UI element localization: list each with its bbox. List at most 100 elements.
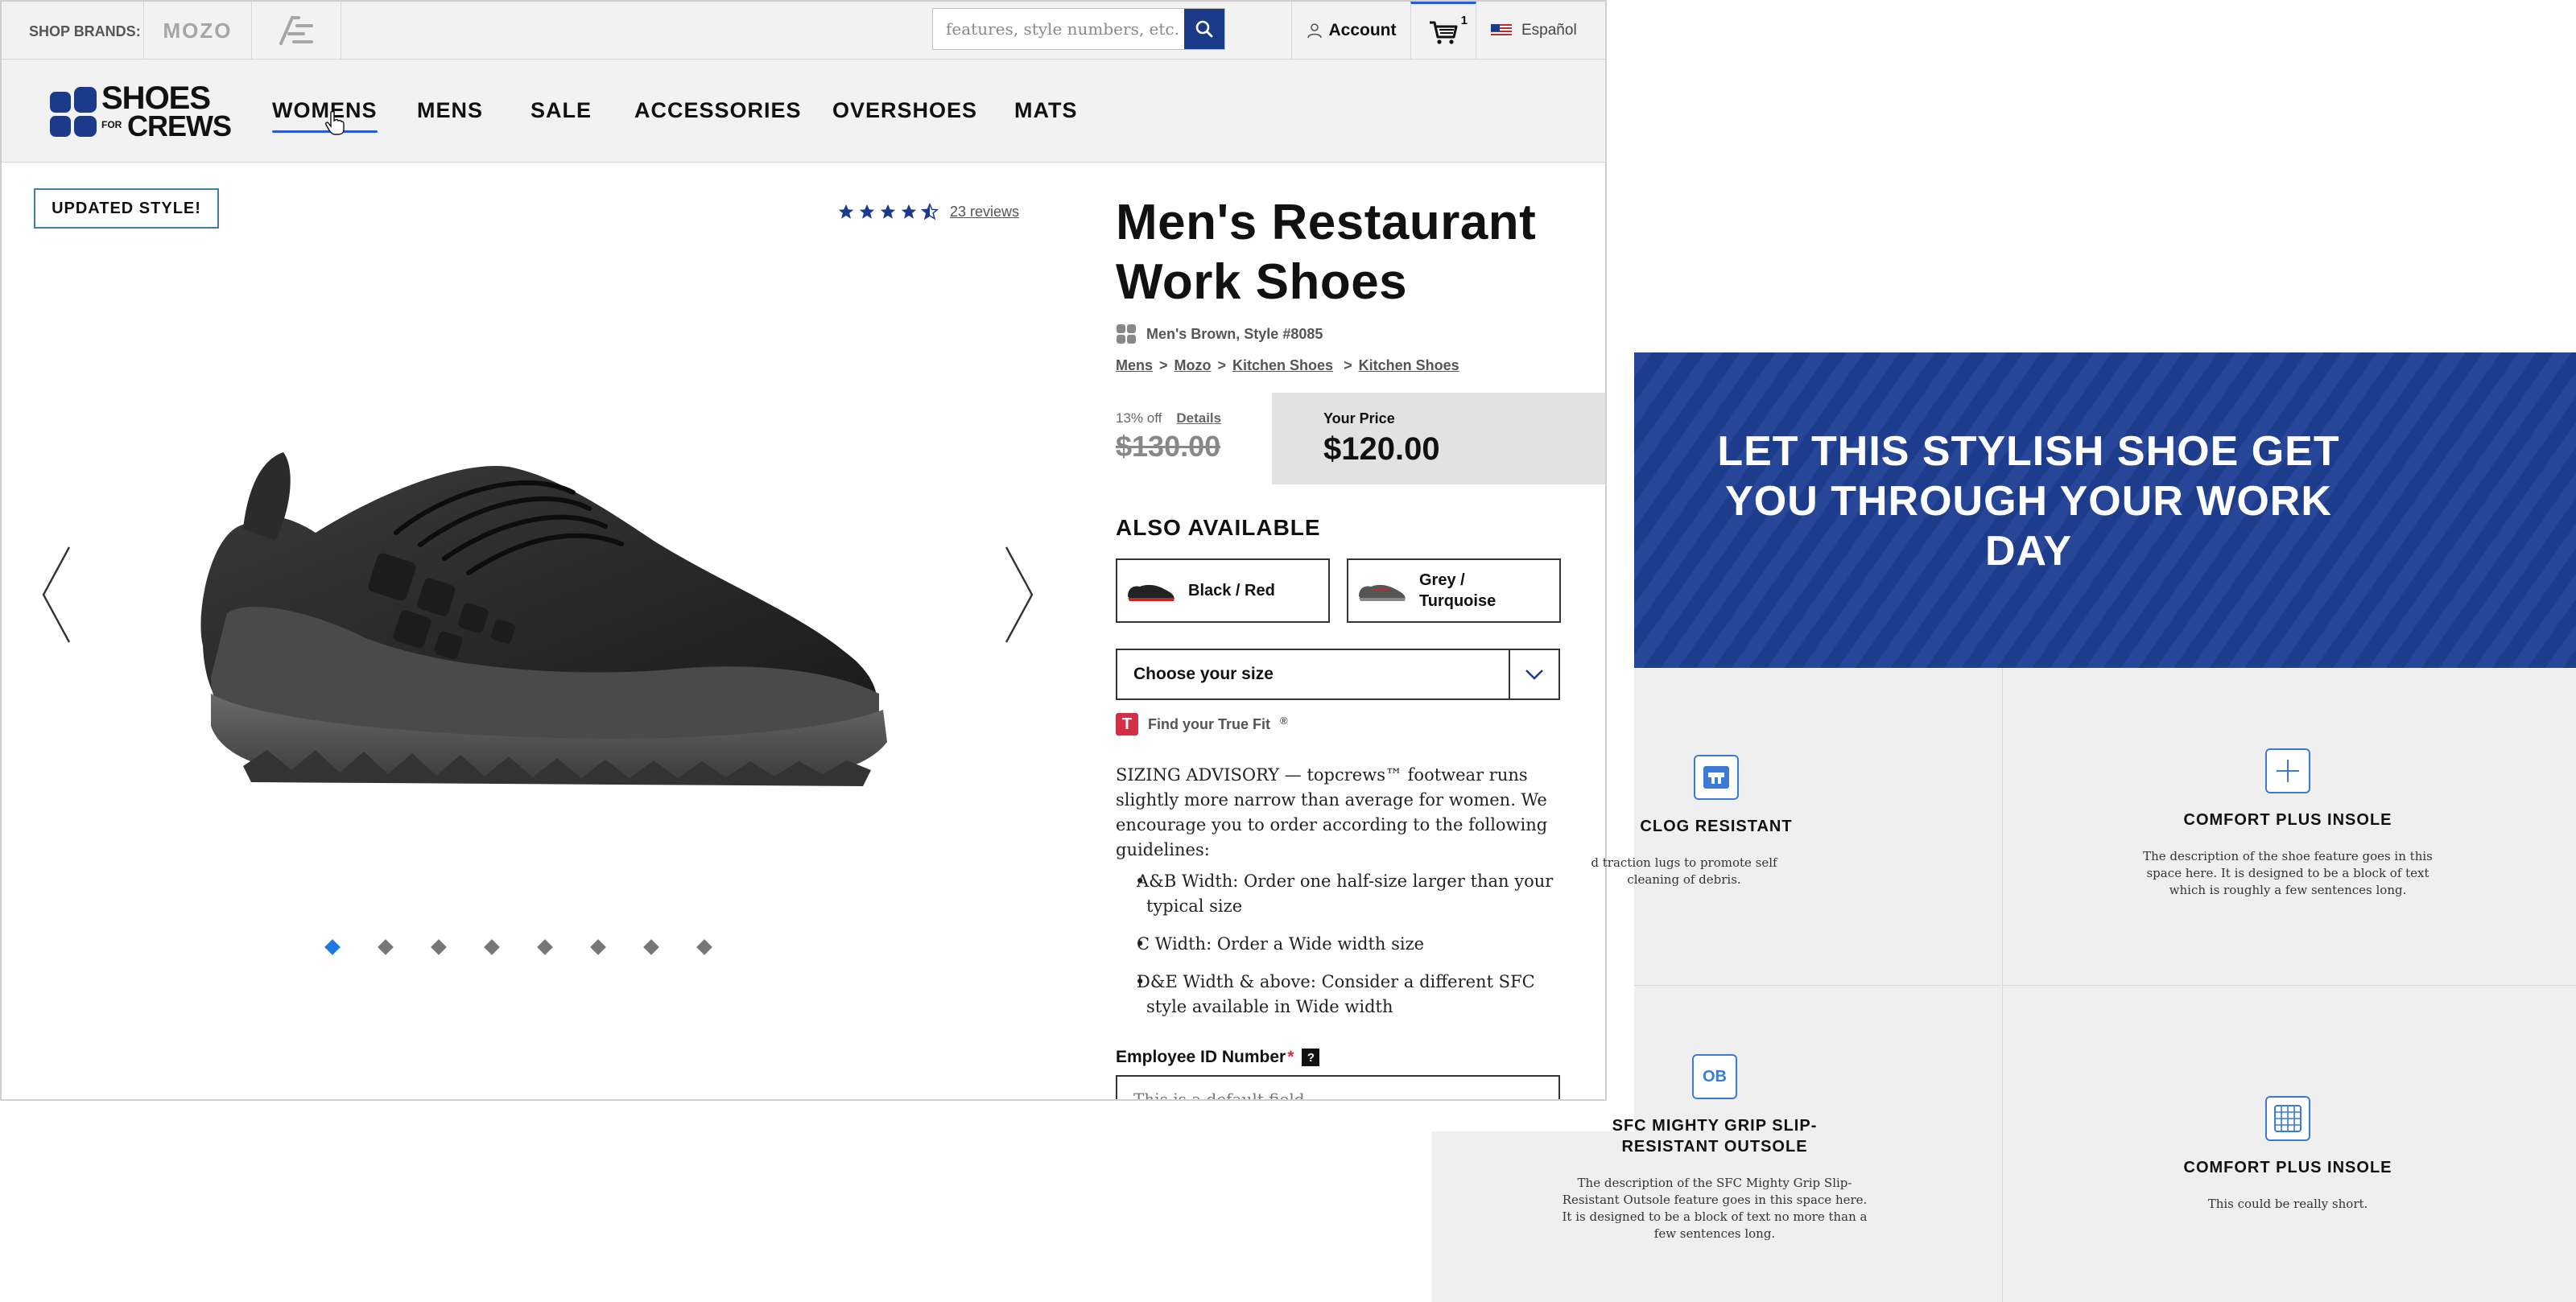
website-screen: SHOP BRANDS: MOZO Account — [0, 0, 1607, 1101]
feature-description: d traction lugs to promote self cleaning… — [1591, 855, 1777, 887]
breadcrumb-kitchen-shoes-2[interactable]: Kitchen Shoes — [1359, 357, 1459, 374]
true-fit-label: Find your True Fit — [1148, 715, 1270, 732]
advisory-list: A&B Width: Order one half-size larger th… — [1116, 869, 1567, 1020]
carousel-dot[interactable] — [378, 939, 394, 955]
rating-stars: 23 reviews — [837, 203, 1019, 220]
account-label: Account — [1328, 21, 1397, 39]
feature-clog-resistant: CLOG RESISTANT d traction lugs to promot… — [1467, 755, 1966, 888]
star-icon — [859, 204, 875, 219]
logo-text-for: FOR — [101, 119, 122, 130]
original-price: $130.00 — [1116, 430, 1221, 463]
advisory-item: D&E Width & above: Consider a different … — [1116, 970, 1567, 1020]
brand-mozo-link[interactable]: MOZO — [143, 2, 251, 60]
breadcrumb: Mens > Mozo > Kitchen Shoes > Kitchen Sh… — [1116, 357, 1459, 374]
feature-title: SFC MIGHTY GRIP SLIP-RESISTANT OUTSOLE — [1612, 1117, 1818, 1156]
star-icon — [838, 204, 854, 219]
updated-style-badge: UPDATED STYLE! — [34, 188, 219, 229]
registered-mark-icon: ® — [1280, 714, 1288, 727]
feature-mighty-grip-outsole: OB SFC MIGHTY GRIP SLIP-RESISTANT OUTSOL… — [1554, 1054, 1876, 1242]
advisory-item: C Width: Order a Wide width size — [1116, 932, 1567, 957]
top-utility-bar: SHOP BRANDS: MOZO Account — [2, 2, 1605, 60]
hand-cursor-icon — [325, 111, 345, 135]
nav-mens[interactable]: MENS — [417, 98, 483, 123]
product-shoe-image — [200, 452, 887, 786]
variant-label: Black / Red — [1188, 581, 1275, 599]
logo-text-crews: CREWS — [127, 109, 232, 142]
breadcrumb-kitchen-shoes[interactable]: Kitchen Shoes — [1232, 357, 1333, 374]
size-select[interactable]: Choose your size — [1116, 649, 1560, 700]
carousel-prev-arrow-icon[interactable] — [40, 546, 72, 644]
feature-description: The description of the shoe feature goes… — [2143, 849, 2433, 897]
style-text: Men's Brown, Style #8085 — [1146, 325, 1323, 342]
nav-mats[interactable]: MATS — [1014, 98, 1078, 123]
variant-black-red[interactable]: Black / Red — [1116, 558, 1330, 623]
outsole-icon: OB — [1692, 1054, 1737, 1099]
carousel-dot[interactable] — [324, 939, 341, 955]
search-input[interactable] — [933, 9, 1184, 49]
discount-info: 13% off Details — [1116, 410, 1221, 426]
style-info: Men's Brown, Style #8085 — [1116, 323, 1323, 344]
nav-accessories[interactable]: ACCESSORIES — [634, 98, 802, 123]
brand-ace-link[interactable] — [251, 2, 341, 60]
feature-divider — [1634, 985, 2576, 986]
carousel-dots — [324, 939, 712, 955]
shoes-for-crews-logo[interactable]: SHOES FOR CREWS — [48, 80, 232, 142]
variant-label-line2: Turquoise — [1419, 592, 1496, 610]
details-link[interactable]: Details — [1176, 410, 1221, 426]
main-navigation: SHOES FOR CREWS WOMENS MENS SALE ACCESSO… — [2, 60, 1605, 163]
variant-label: Grey / Turquoise — [1419, 570, 1496, 612]
nav-sale[interactable]: SALE — [530, 98, 592, 123]
nav-overshoes[interactable]: OVERSHOES — [832, 98, 977, 123]
cart-icon — [1430, 21, 1458, 44]
also-available-heading: ALSO AVAILABLE — [1116, 515, 1321, 540]
breadcrumb-separator: > — [1217, 357, 1227, 373]
product-title: Men's Restaurant Work Shoes — [1116, 195, 1537, 310]
breadcrumb-mens[interactable]: Mens — [1116, 357, 1153, 374]
breadcrumb-separator: > — [1159, 357, 1168, 373]
your-price-label: Your Price — [1323, 410, 1395, 426]
feature-comfort-plus-insole-2: COMFORT PLUS INSOLE This could be really… — [2127, 1096, 2449, 1213]
breadcrumb-mozo[interactable]: Mozo — [1174, 357, 1212, 374]
feature-title: COMFORT PLUS INSOLE — [2183, 1159, 2392, 1176]
reviews-link[interactable]: 23 reviews — [950, 204, 1019, 220]
feature-hero-banner: LET THIS STYLISH SHOE GET YOU THROUGH YO… — [1634, 352, 2576, 668]
true-fit-link[interactable]: T Find your True Fit ® — [1116, 713, 1288, 735]
feature-hero-title: LET THIS STYLISH SHOE GET YOU THROUGH YO… — [1717, 428, 2340, 575]
us-flag-icon — [1491, 24, 1512, 37]
comfort-insole-icon — [2265, 748, 2310, 793]
price-panel: Your Price $120.00 — [1272, 393, 1605, 484]
star-icon — [880, 204, 896, 219]
breadcrumb-separator: > — [1340, 357, 1352, 373]
star-icon — [901, 204, 917, 219]
user-icon — [1307, 23, 1322, 39]
feature-comfort-plus-insole: COMFORT PLUS INSOLE The description of t… — [2127, 748, 2449, 899]
true-fit-logo-icon: T — [1116, 713, 1138, 735]
help-icon[interactable]: ? — [1302, 1049, 1320, 1066]
discount-text: 13% off — [1116, 410, 1162, 426]
search-button[interactable] — [1184, 9, 1224, 49]
carousel-dot[interactable] — [643, 939, 659, 955]
variant-grey-turquoise[interactable]: Grey / Turquoise — [1347, 558, 1561, 623]
carousel-next-arrow-icon[interactable] — [1003, 546, 1035, 644]
insole-grid-icon — [2265, 1096, 2310, 1141]
size-select-label: Choose your size — [1133, 665, 1274, 683]
language-switch[interactable]: Español — [1491, 2, 1577, 60]
carousel-dot[interactable] — [696, 939, 712, 955]
employee-id-label-text: Employee ID Number — [1116, 1048, 1286, 1066]
employee-id-input[interactable] — [1116, 1075, 1560, 1099]
clog-resistant-icon — [1694, 755, 1739, 800]
feature-title: CLOG RESISTANT — [1640, 818, 1793, 835]
cart-count-badge: 1 — [1460, 14, 1468, 27]
carousel-dot[interactable] — [431, 939, 447, 955]
language-label: Español — [1521, 22, 1577, 39]
carousel-dot[interactable] — [537, 939, 553, 955]
carousel-dot[interactable] — [590, 939, 606, 955]
account-link[interactable]: Account — [1291, 2, 1410, 60]
carousel-dot[interactable] — [484, 939, 500, 955]
shop-brands-label: SHOP BRANDS: — [29, 23, 141, 39]
feature-description: The description of the SFC Mighty Grip S… — [1562, 1176, 1868, 1241]
cart-button[interactable]: 1 — [1410, 2, 1476, 60]
ace-logo-icon — [279, 16, 313, 45]
employee-id-label: Employee ID Number * ? — [1116, 1048, 1320, 1067]
search-icon — [1195, 20, 1213, 38]
